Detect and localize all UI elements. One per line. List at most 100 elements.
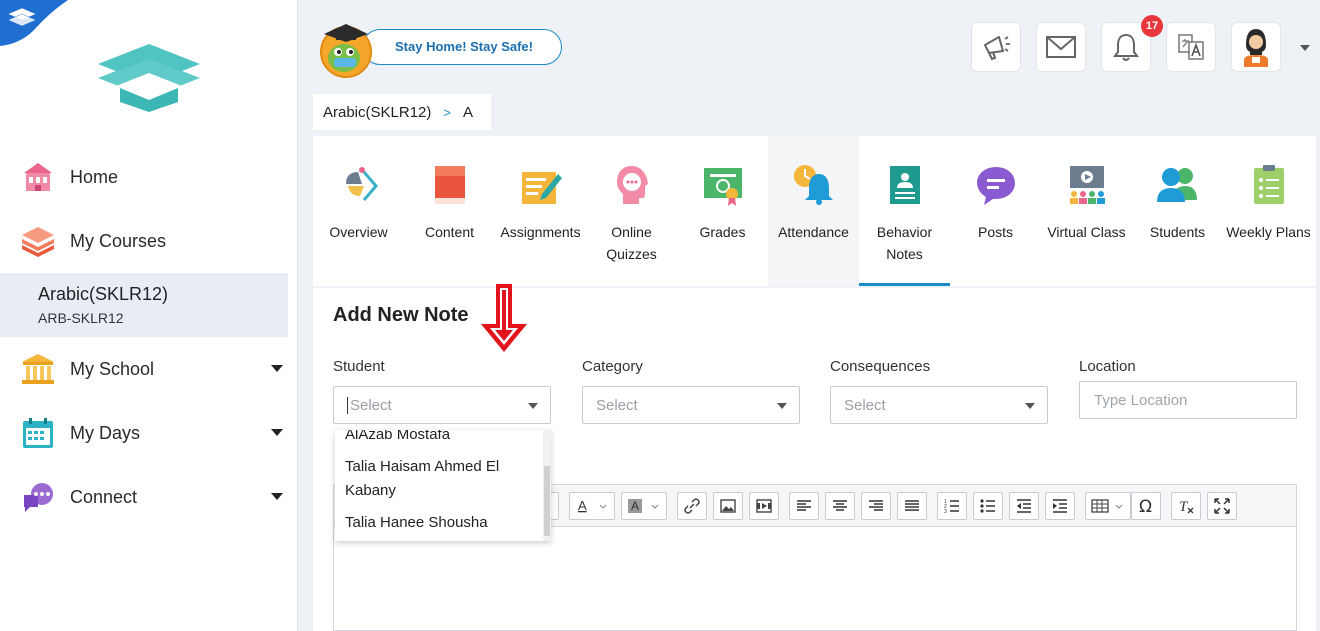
category-select[interactable]: Select <box>582 386 800 424</box>
tab-grades[interactable]: Grades <box>677 136 768 286</box>
image-button[interactable] <box>713 492 743 520</box>
outdent-button[interactable] <box>1009 492 1039 520</box>
student-select[interactable]: Select <box>333 386 551 424</box>
quiz-icon <box>617 166 648 204</box>
background-color-button[interactable]: A <box>621 492 667 520</box>
tab-virtual-class[interactable]: Virtual Class <box>1041 136 1132 286</box>
profile-button[interactable] <box>1231 22 1281 72</box>
align-center-icon <box>833 500 847 511</box>
behavior-notes-icon <box>890 166 920 204</box>
tab-content[interactable]: Content <box>404 136 495 286</box>
nav-home[interactable]: Home <box>0 149 298 205</box>
sidebar-course-arabic[interactable]: Arabic(SKLR12) ARB-SKLR12 <box>0 273 288 337</box>
numbered-list-icon: 123 <box>944 499 959 514</box>
announcements-button[interactable] <box>971 22 1021 72</box>
lamp-icon <box>346 167 378 201</box>
profile-menu-chevron-icon[interactable] <box>1300 45 1310 51</box>
font-color-icon: A <box>578 498 607 513</box>
sidebar: Home My Courses Arabic(SKLR12) ARB-SKLR1… <box>0 0 298 631</box>
nav-my-school[interactable]: My School <box>0 341 298 397</box>
svg-text:A: A <box>578 498 587 513</box>
dropdown-scrollbar-thumb[interactable] <box>544 466 550 536</box>
avatar <box>1244 29 1268 67</box>
calendar-icon <box>23 418 53 448</box>
breadcrumb-section[interactable]: A <box>463 104 473 121</box>
chevron-down-icon <box>1025 403 1035 409</box>
book-icon <box>435 166 465 204</box>
expand-icon <box>1214 498 1230 514</box>
chevron-down-icon[interactable] <box>271 429 283 436</box>
dropdown-option[interactable]: AlAzab Mostafa <box>345 430 541 447</box>
table-button[interactable] <box>1085 492 1131 520</box>
nav-connect[interactable]: Connect <box>0 469 298 525</box>
fullscreen-button[interactable] <box>1207 492 1237 520</box>
stay-safe-banner[interactable]: Stay Home! Stay Safe! <box>316 20 566 80</box>
tab-behavior-notes-label: Behavior Notes <box>876 224 933 262</box>
breadcrumb-course[interactable]: Arabic(SKLR12) <box>323 104 431 121</box>
nav-my-days[interactable]: My Days <box>0 405 298 461</box>
tab-overview-label: Overview <box>329 224 388 240</box>
indent-icon <box>1053 499 1067 513</box>
tab-posts-label: Posts <box>977 224 1013 240</box>
outdent-icon <box>1017 499 1031 513</box>
chevron-down-icon[interactable] <box>271 493 283 500</box>
tab-behavior-notes[interactable]: Behavior Notes <box>859 136 950 286</box>
media-button[interactable] <box>749 492 779 520</box>
location-label: Location <box>1079 358 1136 375</box>
tab-overview[interactable]: Overview <box>313 136 404 286</box>
align-right-button[interactable] <box>861 492 891 520</box>
chevron-down-icon <box>777 403 787 409</box>
bullet-list-icon <box>980 499 995 513</box>
tab-online-quizzes[interactable]: Online Quizzes <box>586 136 677 286</box>
courses-icon <box>22 227 54 257</box>
nav-my-courses-label: My Courses <box>70 230 167 251</box>
breadcrumb: Arabic(SKLR12) > A <box>313 94 491 130</box>
tab-online-quizzes-label: Online Quizzes <box>606 224 657 262</box>
nav-my-courses[interactable]: My Courses <box>0 213 298 269</box>
home-icon <box>24 163 52 191</box>
students-icon <box>1157 168 1197 202</box>
background-color-icon: A <box>628 499 659 513</box>
indent-button[interactable] <box>1045 492 1075 520</box>
svg-text:T: T <box>1179 499 1189 515</box>
nav-home-label: Home <box>70 166 119 187</box>
tab-attendance[interactable]: Attendance <box>768 136 859 286</box>
translate-icon <box>1178 34 1204 60</box>
connect-icon <box>24 483 53 512</box>
dropdown-option[interactable]: Talia Haisam Ahmed El Kabany <box>345 455 541 503</box>
align-justify-button[interactable] <box>897 492 927 520</box>
tab-weekly-plans-label: Weekly Plans <box>1226 224 1311 240</box>
language-button[interactable] <box>1166 22 1216 72</box>
align-left-button[interactable] <box>789 492 819 520</box>
student-dropdown-list: AlAzab Mostafa Talia Haisam Ahmed El Kab… <box>335 430 551 541</box>
special-character-button[interactable]: Ω <box>1131 492 1161 520</box>
tab-attendance-label: Attendance <box>778 224 849 240</box>
link-button[interactable] <box>677 492 707 520</box>
image-icon <box>720 499 736 513</box>
location-input[interactable] <box>1079 381 1297 419</box>
consequences-label: Consequences <box>830 358 931 375</box>
numbered-list-button[interactable]: 123 <box>937 492 967 520</box>
tab-assignments[interactable]: Assignments <box>495 136 586 286</box>
category-label: Category <box>582 358 643 375</box>
active-tab-indicator <box>859 283 950 286</box>
messages-button[interactable] <box>1036 22 1086 72</box>
consequences-select[interactable]: Select <box>830 386 1048 424</box>
media-icon <box>756 499 772 513</box>
course-tabs: Overview Content Assignments Online Quiz… <box>313 136 1316 286</box>
tab-students[interactable]: Students <box>1132 136 1223 286</box>
red-arrow-annotation-icon <box>481 284 527 352</box>
chevron-down-icon[interactable] <box>271 365 283 372</box>
student-select-placeholder: Select <box>347 397 392 414</box>
app-corner-icon[interactable] <box>0 0 68 46</box>
school-icon <box>22 354 54 384</box>
tab-assignments-label: Assignments <box>500 224 581 240</box>
tab-weekly-plans[interactable]: Weekly Plans <box>1223 136 1314 286</box>
dropdown-option[interactable]: Talia Hanee Shousha <box>345 511 541 535</box>
clear-formatting-button[interactable]: T <box>1171 492 1201 520</box>
tab-posts[interactable]: Posts <box>950 136 1041 286</box>
font-color-button[interactable]: A <box>569 492 615 520</box>
dropdown-scrollbar[interactable] <box>543 430 551 541</box>
bullet-list-button[interactable] <box>973 492 1003 520</box>
align-center-button[interactable] <box>825 492 855 520</box>
